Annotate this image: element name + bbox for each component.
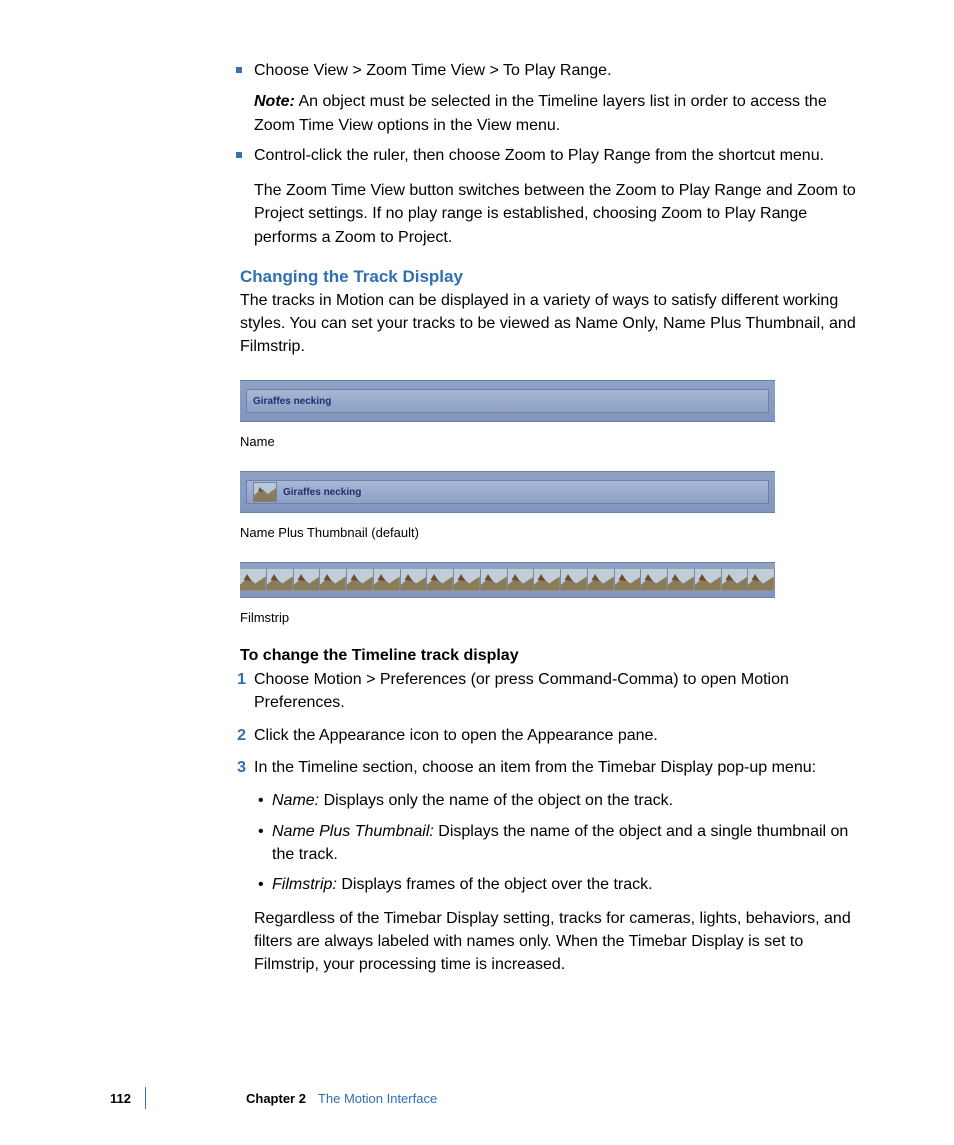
track-caption: Name Plus Thumbnail (default) (240, 525, 859, 540)
filmstrip-frame-icon (294, 569, 321, 591)
page-footer: 112 Chapter 2 The Motion Interface (0, 1087, 954, 1109)
filmstrip-frame-icon (427, 569, 454, 591)
filmstrip-frame-icon (401, 569, 428, 591)
step-item: 1 Choose Motion > Preferences (or press … (240, 669, 859, 714)
note-label: Note: (254, 93, 295, 110)
filmstrip-frame-icon (641, 569, 668, 591)
filmstrip-frame-icon (240, 569, 267, 591)
filmstrip-frame-icon (722, 569, 749, 591)
step-text: Click the Appearance icon to open the Ap… (254, 727, 658, 744)
note-text: An object must be selected in the Timeli… (254, 93, 827, 133)
track-clip-label: Giraffes necking (253, 396, 331, 407)
option-item: • Name Plus Thumbnail: Displays the name… (254, 821, 859, 866)
option-term: Filmstrip: (272, 876, 337, 893)
bullet-text: Control-click the ruler, then choose Zoo… (254, 147, 824, 164)
option-desc: Displays only the name of the object on … (319, 792, 673, 809)
filmstrip-frame-icon (668, 569, 695, 591)
track-example-name: Giraffes necking (240, 380, 859, 422)
option-item: • Filmstrip: Displays frames of the obje… (254, 874, 859, 897)
step-text: Choose Motion > Preferences (or press Co… (254, 671, 789, 711)
square-bullet-icon (236, 67, 242, 73)
thumbnail-icon (253, 482, 277, 502)
page-number: 112 (110, 1091, 145, 1106)
procedure-closing: Regardless of the Timebar Display settin… (240, 907, 859, 977)
bullet-item: Control-click the ruler, then choose Zoo… (240, 145, 859, 249)
track-example-filmstrip (240, 562, 859, 598)
filmstrip-frame-icon (561, 569, 588, 591)
track-caption: Name (240, 434, 859, 449)
track-caption: Filmstrip (240, 610, 859, 625)
procedure-heading: To change the Timeline track display (240, 647, 859, 665)
track-example-name-thumbnail: Giraffes necking (240, 471, 859, 513)
filmstrip-frame-icon (534, 569, 561, 591)
bullet-dot-icon: • (258, 821, 264, 844)
chapter-label: Chapter 2 (246, 1091, 318, 1106)
section-heading: Changing the Track Display (240, 267, 859, 287)
option-desc: Displays frames of the object over the t… (337, 876, 653, 893)
step-item: 3 In the Timeline section, choose an ite… (240, 757, 859, 780)
filmstrip-frame-icon (267, 569, 294, 591)
bullet-item: Choose View > Zoom Time View > To Play R… (240, 60, 859, 137)
filmstrip-frame-icon (508, 569, 535, 591)
filmstrip-frame-icon (320, 569, 347, 591)
filmstrip-frame-icon (374, 569, 401, 591)
filmstrip-frame-icon (615, 569, 642, 591)
bullet-dot-icon: • (258, 874, 264, 897)
filmstrip-frame-icon (481, 569, 508, 591)
filmstrip-frame-icon (454, 569, 481, 591)
filmstrip-frame-icon (347, 569, 374, 591)
option-term: Name Plus Thumbnail: (272, 823, 434, 840)
filmstrip-frame-icon (588, 569, 615, 591)
option-term: Name: (272, 792, 319, 809)
filmstrip-frame-icon (748, 569, 775, 591)
footer-divider-icon (145, 1087, 146, 1109)
step-number: 2 (226, 725, 246, 748)
filmstrip-frame-icon (695, 569, 722, 591)
bullet-text: Choose View > Zoom Time View > To Play R… (254, 62, 612, 79)
bullet-dot-icon: • (258, 790, 264, 813)
bullet-followup: The Zoom Time View button switches betwe… (254, 182, 856, 245)
track-clip-label: Giraffes necking (283, 487, 361, 498)
step-item: 2 Click the Appearance icon to open the … (240, 725, 859, 748)
step-text: In the Timeline section, choose an item … (254, 759, 816, 776)
square-bullet-icon (236, 152, 242, 158)
step-number: 1 (226, 669, 246, 692)
section-intro: The tracks in Motion can be displayed in… (240, 289, 859, 359)
step-number: 3 (226, 757, 246, 780)
chapter-title: The Motion Interface (318, 1091, 437, 1106)
option-item: • Name: Displays only the name of the ob… (254, 790, 859, 813)
page-content: Choose View > Zoom Time View > To Play R… (0, 0, 954, 1100)
